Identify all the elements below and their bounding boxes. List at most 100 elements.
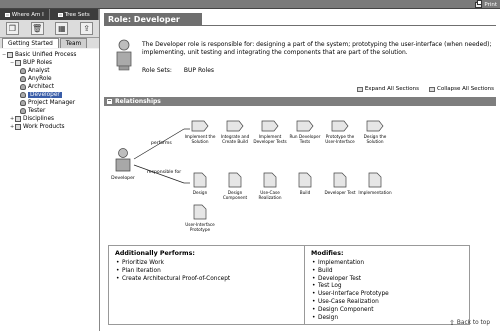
list-item[interactable]: Design [311, 315, 463, 323]
tree-node-project-manager[interactable]: Project Manager [2, 99, 97, 107]
artifact-icon [368, 172, 382, 188]
nav-tabs: Where Am I Tree Sets [0, 9, 99, 20]
role-icon [20, 68, 26, 74]
artifact-node-developer-test[interactable]: Developer Test [324, 172, 356, 195]
developer-node-label: Developer [111, 175, 135, 181]
folder-icon [15, 60, 21, 66]
task-node-design-solution[interactable]: Design the Solution [364, 120, 387, 144]
tab-team[interactable]: Team [59, 38, 88, 48]
tab-tree-sets[interactable]: Tree Sets [50, 9, 99, 20]
artifact-label-line2: Realization [259, 195, 282, 200]
collapse-all-button[interactable]: Collapse All Sections [429, 86, 494, 92]
tree-node-bup-roles[interactable]: − BUP Roles [2, 59, 97, 67]
artifact-node-design-component[interactable]: Design Component [223, 172, 248, 200]
where-am-i-icon [4, 12, 10, 17]
back-to-top-link[interactable]: ⇧ Back to top [449, 319, 490, 327]
arrow-up-icon: ⇧ [449, 319, 455, 327]
role-sets-link[interactable]: BUP Roles [184, 67, 214, 74]
list-item[interactable]: Build [311, 268, 463, 276]
main-content: Role: Developer The Developer role is re… [102, 9, 500, 331]
tab-getting-started[interactable]: Getting Started [2, 38, 59, 48]
role-icon [20, 100, 26, 106]
refresh-icon: ⇪ [83, 24, 90, 33]
role-figure-icon [116, 39, 132, 71]
left-navigation-pane: Where Am I Tree Sets ❐ 🗑 ▦ ⇪ Getting Sta… [0, 9, 100, 331]
tree-node-tester[interactable]: Tester [2, 107, 97, 115]
role-sets: Role Sets: BUP Roles [142, 67, 214, 74]
expand-all-button[interactable]: Expand All Sections [356, 86, 419, 92]
artifact-label-line1: Implementation [358, 190, 392, 195]
artifact-label-line2: Prototype [190, 227, 211, 232]
collapse-icon[interactable]: − [107, 99, 112, 104]
artifact-label-line1: Build [300, 190, 311, 195]
tree-node-disciplines[interactable]: + Disciplines [2, 115, 97, 123]
copy-icon: ❐ [8, 24, 16, 33]
artifact-node-implementation[interactable]: Implementation [358, 172, 392, 195]
collapse-all-icon [429, 86, 435, 92]
list-item[interactable]: Create Architectural Proof-of-Concept [115, 276, 298, 284]
refresh-button[interactable]: ⇪ [80, 22, 94, 35]
tree-node-basic-unified-process[interactable]: − Basic Unified Process [2, 51, 97, 59]
section-controls: Expand All Sections Collapse All Section… [356, 86, 494, 92]
task-node-integrate-build[interactable]: Integrate and Create Build [221, 120, 250, 144]
collapse-all-label: Collapse All Sections [437, 86, 494, 92]
task-node-prototype-ui[interactable]: Prototype the User-Interface [325, 120, 355, 144]
expand-all-label: Expand All Sections [364, 86, 419, 92]
tree-node-developer[interactable]: Developer [2, 91, 97, 99]
role-icon [20, 84, 26, 90]
task-label-line2: Solution [191, 139, 208, 144]
print-button[interactable]: Print [475, 0, 497, 8]
developer-role-node[interactable]: Developer [111, 148, 135, 182]
list-item[interactable]: Design Component [311, 307, 463, 315]
artifact-label-line1: Developer Test [324, 190, 355, 195]
task-node-run-developer-tests[interactable]: Run Developer Tests [290, 120, 321, 144]
artifact-node-design[interactable]: Design [193, 172, 208, 195]
config-button[interactable]: ▦ [55, 22, 69, 35]
task-label-line2: Solution [366, 139, 383, 144]
tab-where-am-i-label: Where Am I [11, 11, 44, 18]
list-item[interactable]: User-Interface Prototype [311, 291, 463, 299]
relationships-label: Relationships [115, 98, 161, 105]
list-item[interactable]: Use-Case Realization [311, 299, 463, 307]
artifact-icon [298, 172, 312, 188]
delete-button[interactable]: 🗑 [30, 22, 44, 35]
tree-node-anyrole[interactable]: AnyRole [2, 75, 97, 83]
tab-where-am-i[interactable]: Where Am I [0, 9, 50, 20]
delete-icon: 🗑 [32, 24, 43, 33]
task-label-line2: Developer Tests [253, 139, 286, 144]
folder-icon [15, 116, 21, 122]
copy-button[interactable]: ❐ [5, 22, 19, 35]
task-node-implement-solution[interactable]: Implement the Solution [185, 120, 216, 144]
role-sets-label: Role Sets: [142, 67, 172, 74]
list-item[interactable]: Test Log [311, 283, 463, 291]
top-bar: Print [0, 0, 500, 9]
navigation-tree: − Basic Unified Process − BUP Roles Anal… [0, 49, 99, 331]
tree-node-architect[interactable]: Architect [2, 83, 97, 91]
modifies-section: Modifies: Implementation Build Developer… [305, 246, 469, 324]
list-item[interactable]: Plan Iteration [115, 268, 298, 276]
artifact-icon [228, 172, 242, 188]
artifact-node-use-case-realization[interactable]: Use-Case Realization [259, 172, 282, 200]
relationships-section-header[interactable]: − Relationships [104, 97, 496, 106]
tree-toolbar: ❐ 🗑 ▦ ⇪ [0, 20, 99, 38]
list-item[interactable]: Prioritize Work [115, 260, 298, 268]
artifact-icon [333, 172, 347, 188]
tree-node-work-products[interactable]: + Work Products [2, 123, 97, 131]
task-node-implement-developer-tests[interactable]: Implement Developer Tests [253, 120, 287, 144]
role-head-icon [118, 148, 128, 158]
task-label-line2: Create Build [222, 139, 248, 144]
additionally-performs-list: Prioritize Work Plan Iteration Create Ar… [115, 260, 298, 283]
artifact-node-build[interactable]: Build [298, 172, 312, 195]
role-icon [20, 76, 26, 82]
role-description: The Developer role is responsible for: d… [142, 41, 492, 56]
list-item[interactable]: Implementation [311, 260, 463, 268]
tree-node-analyst[interactable]: Analyst [2, 67, 97, 75]
config-icon: ▦ [58, 24, 66, 33]
page-title: Role: Developer [104, 13, 202, 25]
artifact-icon [263, 172, 277, 188]
artifact-node-ui-prototype[interactable]: User-Interface Prototype [185, 204, 215, 232]
print-label: Print [484, 1, 497, 8]
modifies-list: Implementation Build Developer Test Test… [311, 260, 463, 322]
printer-icon [475, 0, 483, 8]
list-item[interactable]: Developer Test [311, 276, 463, 284]
